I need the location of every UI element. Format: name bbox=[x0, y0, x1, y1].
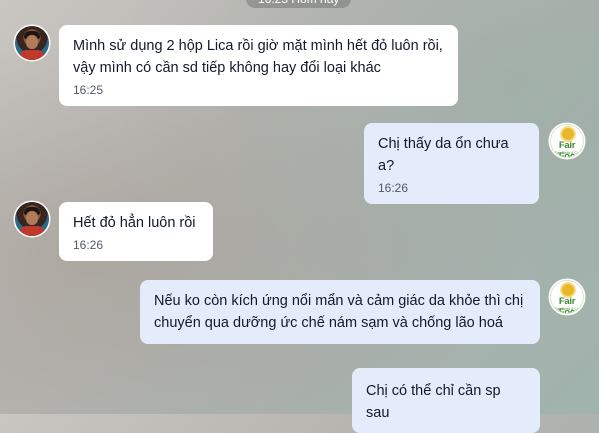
user-avatar[interactable] bbox=[15, 202, 49, 236]
user-avatar[interactable] bbox=[15, 26, 49, 60]
message-text: Nếu ko còn kích ứng nổi mẩn và cảm giác … bbox=[154, 293, 524, 331]
brand-subtitle: Fair Food & Co bbox=[555, 307, 579, 311]
message-text: Chị thấy da ổn chưa a? bbox=[378, 136, 509, 174]
brand-name: Fair Foo bbox=[558, 140, 576, 158]
brand-avatar[interactable]: Fair Foo Fair Food & Co bbox=[550, 280, 584, 314]
message-bubble[interactable]: Mình sử dụng 2 hộp Lica rồi giờ mặt mình… bbox=[59, 25, 458, 106]
message-text: Chị có thể chỉ cần sp sau bbox=[366, 383, 501, 421]
sun-logo-icon bbox=[562, 128, 574, 140]
message-text: Hết đỏ hẳn luôn rồi bbox=[73, 215, 196, 231]
message-bubble[interactable]: Hết đỏ hẳn luôn rồi 16:26 bbox=[59, 202, 213, 261]
sun-logo-icon bbox=[562, 284, 574, 296]
message-time: 16:26 bbox=[378, 181, 409, 195]
brand-avatar[interactable]: Fair Foo Fair Food & Co bbox=[550, 124, 584, 158]
date-separator: 16:25 Hôm nay bbox=[246, 0, 352, 8]
message-text: Mình sử dụng 2 hộp Lica rồi giờ mặt mình… bbox=[73, 38, 443, 76]
message-time: 16:25 bbox=[73, 83, 104, 97]
message-bubble[interactable]: Chị thấy da ổn chưa a? 16:26 bbox=[364, 123, 539, 204]
brand-subtitle: Fair Food & Co bbox=[555, 151, 579, 155]
message-bubble[interactable]: Nếu ko còn kích ứng nổi mẩn và cảm giác … bbox=[140, 280, 540, 344]
message-bubble[interactable]: Chị có thể chỉ cần sp sau bbox=[352, 368, 540, 433]
message-time: 16:26 bbox=[73, 238, 104, 252]
brand-name: Fair Foo bbox=[558, 296, 576, 314]
